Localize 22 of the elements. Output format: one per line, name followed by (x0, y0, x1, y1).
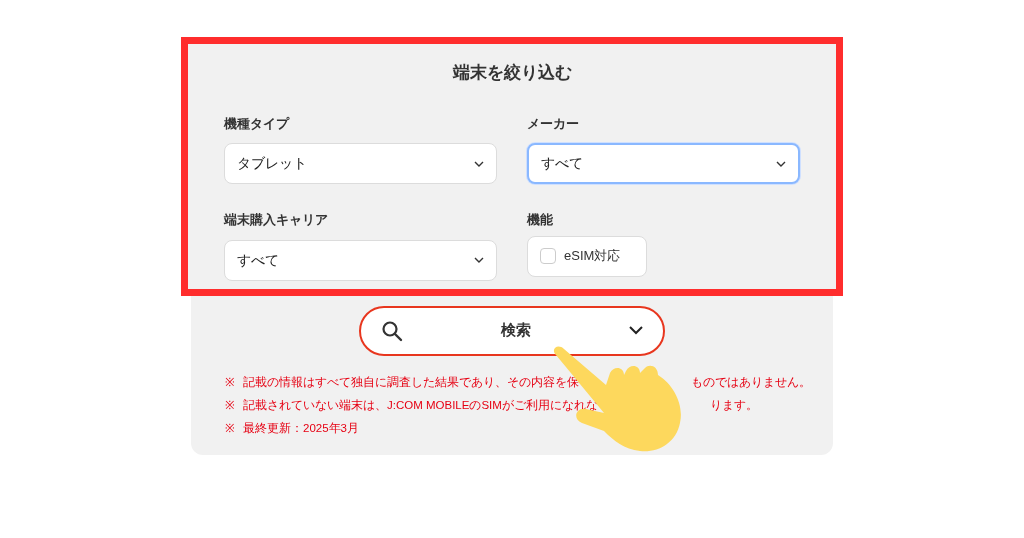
select-field[interactable]: すべて (224, 239, 497, 281)
search-button[interactable]: 検索 (359, 305, 665, 356)
field-label: 端末購入キャリア (224, 211, 329, 229)
note-mark: ※ (225, 374, 235, 390)
filter-title: 端末を絞り込む (451, 62, 573, 84)
note-text: 最終更新：2025年3月 (243, 421, 359, 434)
note-mark: ※ (225, 420, 235, 436)
field-label: 機種タイプ (224, 114, 291, 133)
search-icon (381, 319, 403, 342)
field-label: メーカー (527, 114, 580, 133)
field-label: 機能 (527, 211, 554, 229)
chevron-down-icon (474, 160, 484, 167)
checkbox-option[interactable]: eSIM対応 (527, 235, 647, 277)
chevron-down-icon (776, 160, 786, 167)
checkbox[interactable] (540, 248, 556, 264)
chevron-down-icon (629, 326, 643, 335)
note-text: ものではありません。 (691, 375, 811, 388)
note-text: ります。 (709, 398, 758, 411)
select-field[interactable]: タブレット (224, 143, 497, 184)
chevron-down-icon (474, 257, 484, 263)
select-field[interactable]: すべて (527, 143, 800, 184)
note-mark: ※ (225, 397, 235, 413)
